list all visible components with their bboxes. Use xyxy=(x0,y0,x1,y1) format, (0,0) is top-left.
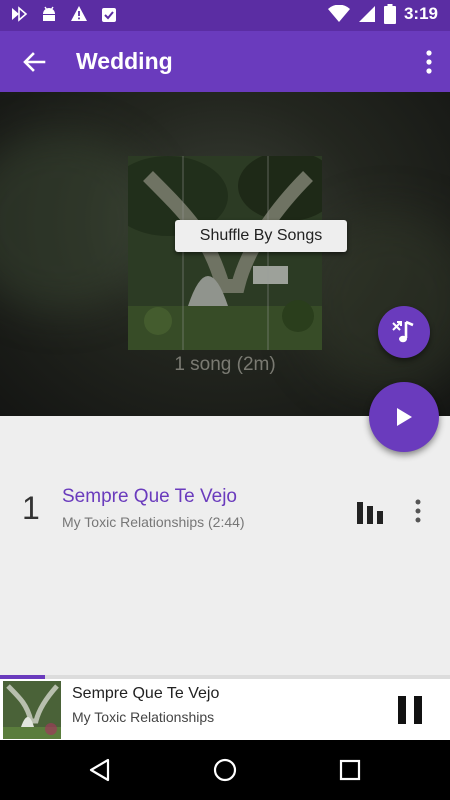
pause-button[interactable] xyxy=(396,694,424,726)
mini-player[interactable]: Sempre Que Te Vejo My Toxic Relationship… xyxy=(0,679,450,740)
arrow-back-icon xyxy=(23,52,46,72)
android-icon xyxy=(43,6,55,21)
media-play-icon xyxy=(12,6,28,22)
status-bar: 3:19 xyxy=(0,0,450,31)
overflow-menu-button[interactable] xyxy=(422,47,436,77)
clipboard-icon xyxy=(102,8,116,22)
mini-player-album-art xyxy=(3,681,61,739)
album-art xyxy=(128,156,322,350)
notification-icons xyxy=(10,5,118,23)
more-vert-icon xyxy=(415,499,421,523)
app-toolbar: Wedding xyxy=(0,31,450,92)
track-row[interactable]: 1 Sempre Que Te Vejo My Toxic Relationsh… xyxy=(0,470,450,552)
play-all-button[interactable] xyxy=(369,382,439,452)
nav-home-icon xyxy=(213,758,237,782)
more-vert-icon xyxy=(426,50,432,74)
nav-back-icon xyxy=(89,758,110,782)
clock: 3:19 xyxy=(403,4,438,23)
battery-icon xyxy=(383,4,396,24)
nav-recents-button[interactable] xyxy=(336,756,364,784)
warning-icon xyxy=(71,6,87,21)
system-icons: 3:19 xyxy=(327,4,438,24)
album-art-image xyxy=(3,681,61,739)
track-subtitle: My Toxic Relationships (2:44) xyxy=(62,514,245,530)
system-navigation-bar xyxy=(0,740,450,800)
track-title: Sempre Que Te Vejo xyxy=(62,486,237,507)
playlist-header: 1 song (2m) xyxy=(0,92,450,416)
back-button[interactable] xyxy=(18,46,50,78)
mini-player-title: Sempre Que Te Vejo xyxy=(72,685,220,702)
track-number: 1 xyxy=(22,490,40,526)
nav-back-button[interactable] xyxy=(86,756,114,784)
pause-icon xyxy=(398,696,422,724)
now-playing-equalizer-icon xyxy=(356,500,386,524)
nav-recents-icon xyxy=(339,759,361,781)
track-overflow-button[interactable] xyxy=(412,498,424,524)
signal-icon xyxy=(358,6,375,22)
album-art-image xyxy=(128,156,322,350)
mini-player-subtitle: My Toxic Relationships xyxy=(72,709,215,725)
play-icon xyxy=(397,408,412,426)
page-title: Wedding xyxy=(76,48,173,74)
nav-home-button[interactable] xyxy=(211,756,239,784)
shuffle-music-icon xyxy=(392,320,414,343)
shuffle-tooltip: Shuffle By Songs xyxy=(175,220,347,252)
wifi-icon xyxy=(327,5,350,22)
shuffle-button[interactable] xyxy=(378,306,430,358)
